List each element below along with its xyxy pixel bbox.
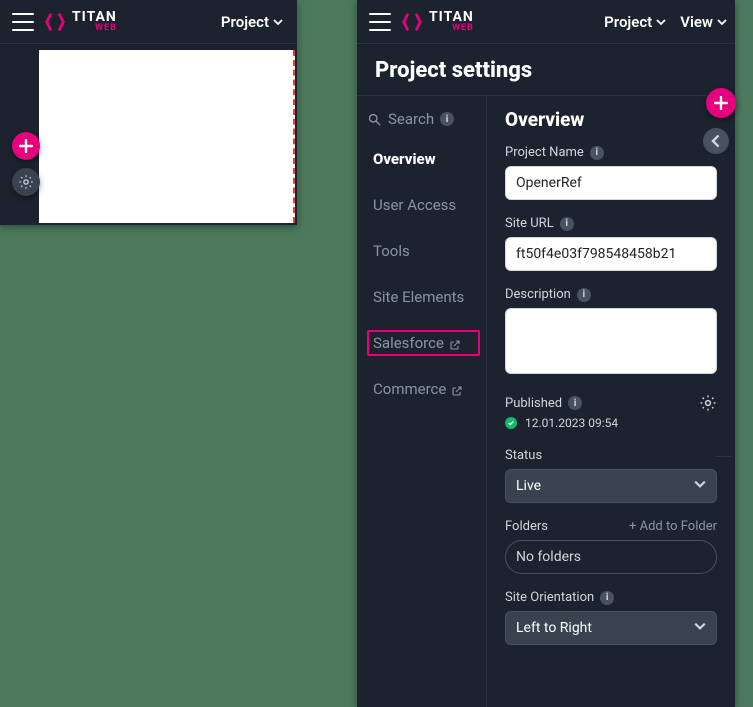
page-canvas[interactable] bbox=[39, 50, 295, 223]
site-orientation-label: Site Orientation bbox=[505, 590, 594, 605]
settings-nav: Overview User Access Tools Site Elements… bbox=[367, 146, 480, 402]
nav-item-label: Tools bbox=[373, 242, 410, 260]
brand-logo[interactable]: TITAN WEB bbox=[44, 11, 117, 33]
nav-item-label: User Access bbox=[373, 196, 456, 214]
site-orientation-value: Left to Right bbox=[516, 620, 592, 636]
info-icon: i bbox=[440, 112, 454, 126]
description-label: Description bbox=[505, 287, 571, 302]
nav-item-tools[interactable]: Tools bbox=[367, 238, 480, 264]
logo-mark-icon bbox=[44, 11, 66, 33]
left-preview-panel: TITAN WEB Project bbox=[0, 0, 297, 225]
site-orientation-field: Site Orientation i Left to Right bbox=[505, 590, 717, 645]
hamburger-icon[interactable] bbox=[369, 13, 391, 31]
project-menu-label: Project bbox=[604, 13, 652, 31]
nav-item-label: Site Elements bbox=[373, 288, 464, 306]
field-label: Site URL i bbox=[505, 216, 717, 231]
field-label: Status bbox=[505, 448, 717, 463]
project-name-input[interactable] bbox=[505, 166, 717, 200]
settings-content: Overview Project Name i Site URL i Descr… bbox=[487, 96, 735, 707]
settings-button[interactable] bbox=[12, 168, 40, 196]
site-url-input[interactable] bbox=[505, 237, 717, 271]
published-row: Published i bbox=[505, 394, 717, 412]
brand-sub: WEB bbox=[72, 24, 117, 32]
status-field: Status Live bbox=[505, 448, 717, 503]
nav-item-label: Overview bbox=[373, 150, 436, 168]
topbar-left: TITAN WEB Project bbox=[0, 0, 297, 44]
field-label: Project Name i bbox=[505, 145, 717, 160]
external-link-icon bbox=[451, 383, 463, 395]
view-menu-label: View bbox=[680, 13, 713, 31]
logo-mark-icon bbox=[401, 11, 423, 33]
description-input[interactable] bbox=[505, 308, 717, 374]
info-icon[interactable]: i bbox=[568, 396, 582, 410]
canvas-area bbox=[0, 44, 297, 225]
hamburger-icon[interactable] bbox=[12, 13, 34, 31]
settings-body: Search i Overview User Access Tools Site… bbox=[357, 96, 735, 707]
site-orientation-select[interactable]: Left to Right bbox=[505, 611, 717, 645]
chevron-down-icon bbox=[694, 478, 706, 494]
folders-label: Folders bbox=[505, 519, 548, 534]
field-label: Site Orientation i bbox=[505, 590, 717, 605]
description-field: Description i bbox=[505, 287, 717, 378]
search-placeholder: Search bbox=[388, 110, 434, 128]
nav-item-user-access[interactable]: User Access bbox=[367, 192, 480, 218]
published-timestamp: 12.01.2023 09:54 bbox=[525, 416, 618, 430]
nav-item-site-elements[interactable]: Site Elements bbox=[367, 284, 480, 310]
info-icon[interactable]: i bbox=[560, 217, 574, 231]
published-timestamp-row: 12.01.2023 09:54 bbox=[505, 416, 717, 430]
folders-field: Folders + Add to Folder No folders bbox=[505, 519, 717, 574]
field-label: Folders + Add to Folder bbox=[505, 519, 717, 534]
sidebar-search[interactable]: Search i bbox=[367, 110, 480, 128]
add-to-folder-button[interactable]: + Add to Folder bbox=[629, 519, 717, 534]
add-button[interactable] bbox=[12, 132, 40, 160]
chevron-down-icon bbox=[273, 17, 283, 27]
search-icon bbox=[367, 112, 382, 127]
add-button[interactable] bbox=[706, 88, 736, 118]
field-label: Description i bbox=[505, 287, 717, 302]
project-menu[interactable]: Project bbox=[219, 9, 285, 35]
project-name-label: Project Name bbox=[505, 145, 584, 160]
folders-value: No folders bbox=[505, 540, 717, 574]
external-link-icon bbox=[449, 337, 461, 349]
chevron-down-icon bbox=[656, 17, 666, 27]
view-menu[interactable]: View bbox=[678, 9, 729, 35]
project-settings-panel: TITAN WEB Project View Project settings … bbox=[357, 0, 735, 707]
nav-item-commerce[interactable]: Commerce bbox=[367, 376, 480, 402]
site-url-label: Site URL bbox=[505, 216, 554, 231]
site-url-field: Site URL i bbox=[505, 216, 717, 271]
topbar-right: TITAN WEB Project View bbox=[357, 0, 735, 44]
collapse-panel-button[interactable] bbox=[703, 128, 729, 154]
logo-text: TITAN WEB bbox=[72, 11, 117, 32]
info-icon[interactable]: i bbox=[600, 591, 614, 605]
publish-settings-button[interactable] bbox=[699, 394, 717, 412]
info-icon[interactable]: i bbox=[590, 146, 604, 160]
nav-item-overview[interactable]: Overview bbox=[367, 146, 480, 172]
brand-name: TITAN bbox=[72, 11, 117, 24]
nav-item-label: Commerce bbox=[373, 380, 446, 398]
project-name-field: Project Name i bbox=[505, 145, 717, 200]
status-label: Status bbox=[505, 448, 542, 463]
chevron-down-icon bbox=[694, 620, 706, 636]
status-value: Live bbox=[516, 478, 541, 494]
info-icon[interactable]: i bbox=[577, 288, 591, 302]
status-select[interactable]: Live bbox=[505, 469, 717, 503]
brand-name: TITAN bbox=[429, 11, 474, 24]
settings-sidebar: Search i Overview User Access Tools Site… bbox=[357, 96, 487, 707]
nav-item-label: Salesforce bbox=[373, 334, 444, 352]
nav-item-salesforce[interactable]: Salesforce bbox=[367, 330, 480, 356]
project-menu[interactable]: Project bbox=[602, 9, 668, 35]
brand-sub: WEB bbox=[429, 24, 474, 32]
logo-text: TITAN WEB bbox=[429, 11, 474, 32]
chevron-down-icon bbox=[717, 17, 727, 27]
brand-logo[interactable]: TITAN WEB bbox=[401, 11, 474, 33]
project-menu-label: Project bbox=[221, 13, 269, 31]
overview-heading: Overview bbox=[505, 108, 717, 131]
page-title: Project settings bbox=[357, 44, 735, 96]
check-icon bbox=[505, 417, 517, 429]
published-label: Published bbox=[505, 396, 562, 411]
